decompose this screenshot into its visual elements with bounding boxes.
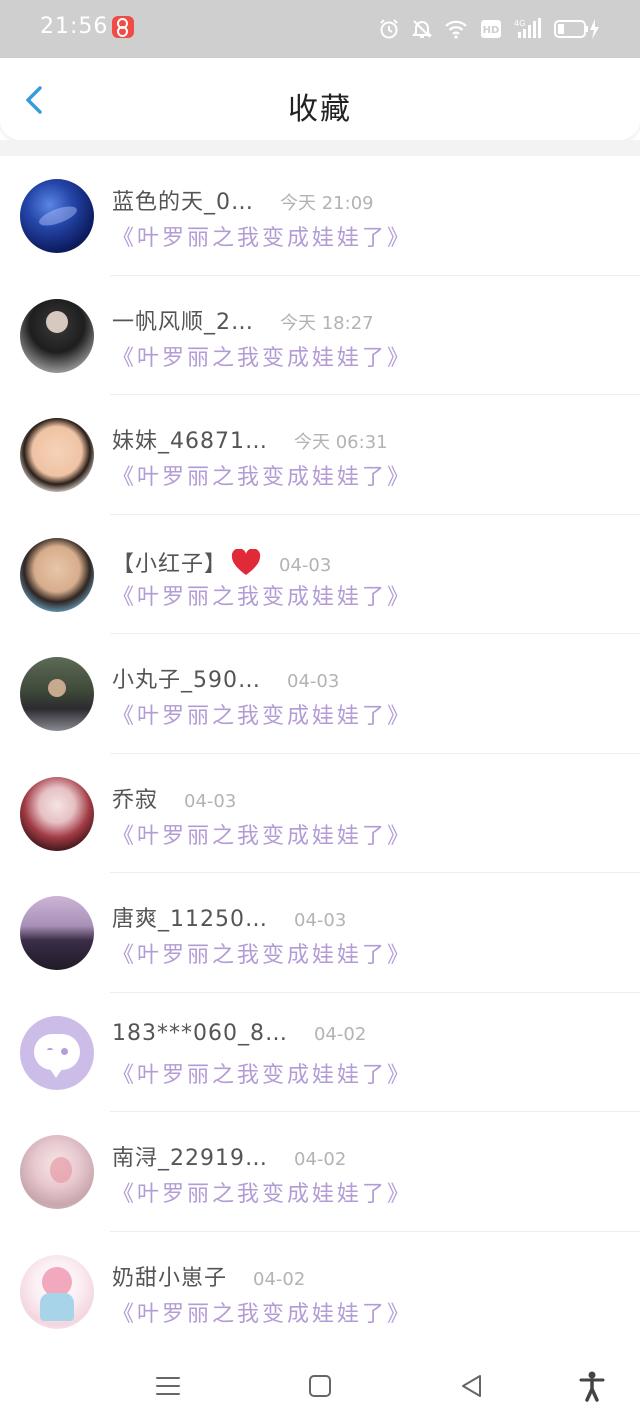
book-title[interactable]: 《叶罗丽之我变成娃娃了》 [112, 698, 412, 730]
list-item[interactable]: 唐爽_11250… 04-03 《叶罗丽之我变成娃娃了》 [0, 873, 640, 993]
home-button[interactable] [304, 1370, 336, 1402]
battery-charging-icon [554, 18, 600, 40]
mute-icon [412, 18, 432, 40]
svg-text:HD: HD [483, 25, 500, 36]
list-item[interactable]: 乔寂 04-03 《叶罗丽之我变成娃娃了》 [0, 754, 640, 873]
timestamp: 04-02 [253, 1268, 306, 1290]
name-row: 183***060_8… 04-02 [112, 1021, 366, 1046]
list-item[interactable]: 小丸子_590… 04-03 《叶罗丽之我变成娃娃了》 [0, 634, 640, 754]
status-time: 21:56 [40, 14, 109, 39]
book-title[interactable]: 《叶罗丽之我变成娃娃了》 [112, 459, 412, 491]
avatar[interactable] [20, 776, 94, 851]
name-row: 乔寂 04-03 [112, 782, 236, 814]
avatar[interactable] [20, 1135, 94, 1209]
book-title[interactable]: 《叶罗丽之我变成娃娃了》 [112, 1176, 412, 1208]
page-title: 收藏 [288, 92, 352, 127]
avatar[interactable] [20, 298, 94, 373]
user-name[interactable]: 南浔_22919… [112, 1140, 268, 1172]
avatar[interactable] [20, 418, 94, 492]
book-title[interactable]: 《叶罗丽之我变成娃娃了》 [112, 818, 412, 850]
user-name[interactable]: 蓝色的天_0… [112, 184, 254, 216]
accessibility-button[interactable] [576, 1370, 608, 1402]
book-title[interactable]: 《叶罗丽之我变成娃娃了》 [112, 220, 412, 252]
timestamp: 04-03 [279, 554, 332, 576]
menu-button[interactable] [152, 1370, 184, 1402]
back-triangle-icon [462, 1375, 481, 1397]
name-row: 奶甜小崽子 04-02 [112, 1260, 305, 1292]
name-row: 唐爽_11250… 04-03 [112, 901, 346, 933]
user-name[interactable]: 唐爽_11250… [112, 901, 268, 933]
user-name[interactable]: 妹妹_46871… [112, 423, 268, 455]
favorites-list: 蓝色的天_0… 今天 21:09 《叶罗丽之我变成娃娃了》 一帆风顺_2… 今天… [0, 156, 640, 1351]
header: 收藏 [0, 58, 640, 140]
list-item[interactable]: 南浔_22919… 04-02 《叶罗丽之我变成娃娃了》 [0, 1112, 640, 1232]
list-item[interactable]: 一帆风顺_2… 今天 18:27 《叶罗丽之我变成娃娃了》 [0, 276, 640, 395]
name-row: 小丸子_590… 04-03 [112, 662, 339, 694]
heart-icon [231, 547, 261, 577]
default-avatar-icon[interactable] [20, 1015, 94, 1090]
status-icons: HD 4G [378, 14, 600, 44]
timestamp: 04-03 [294, 910, 347, 931]
app-notification-icon [112, 16, 134, 38]
system-nav-bar [0, 1354, 640, 1422]
list-item[interactable]: 妹妹_46871… 今天 06:31 《叶罗丽之我变成娃娃了》 [0, 395, 640, 515]
list-item[interactable]: 【小红子】 04-03 《叶罗丽之我变成娃娃了》 [0, 515, 640, 634]
user-name[interactable]: 【小红子】 [112, 546, 227, 578]
list-item[interactable]: 奶甜小崽子 04-02 《叶罗丽之我变成娃娃了》 [0, 1232, 640, 1352]
status-bar: 21:56 HD 4G [0, 0, 640, 58]
timestamp: 今天 18:27 [280, 312, 374, 334]
list-item[interactable]: 蓝色的天_0… 今天 21:09 《叶罗丽之我变成娃娃了》 [0, 156, 640, 276]
wifi-icon [444, 19, 468, 39]
avatar[interactable] [20, 657, 94, 731]
book-title[interactable]: 《叶罗丽之我变成娃娃了》 [112, 340, 412, 372]
name-row: 南浔_22919… 04-02 [112, 1140, 346, 1172]
alarm-icon [378, 18, 400, 40]
user-name[interactable]: 小丸子_590… [112, 662, 261, 694]
timestamp: 今天 21:09 [280, 193, 374, 214]
home-icon [309, 1375, 331, 1397]
user-name[interactable]: 一帆风顺_2… [112, 304, 254, 336]
book-title[interactable]: 《叶罗丽之我变成娃娃了》 [112, 1057, 412, 1089]
avatar[interactable] [20, 896, 94, 970]
timestamp: 04-03 [184, 790, 237, 812]
accessibility-icon [579, 1371, 605, 1402]
book-title[interactable]: 《叶罗丽之我变成娃娃了》 [112, 1296, 412, 1328]
name-row: 妹妹_46871… 今天 06:31 [112, 423, 388, 455]
section-gap [0, 140, 640, 156]
avatar[interactable] [20, 179, 94, 253]
name-row: 一帆风顺_2… 今天 18:27 [112, 304, 374, 336]
svg-text:4G: 4G [514, 19, 525, 28]
name-row: 蓝色的天_0… 今天 21:09 [112, 184, 374, 216]
signal-4g-icon: 4G [514, 18, 542, 40]
timestamp: 04-02 [313, 1023, 367, 1045]
hd-icon: HD [480, 19, 502, 39]
user-name[interactable]: 乔寂 [112, 782, 158, 814]
timestamp: 今天 06:31 [294, 432, 388, 453]
book-title[interactable]: 《叶罗丽之我变成娃娃了》 [112, 579, 412, 611]
user-name[interactable]: 奶甜小崽子 [112, 1260, 227, 1292]
timestamp: 04-03 [287, 671, 340, 692]
avatar[interactable] [20, 537, 94, 612]
back-nav-button[interactable] [456, 1370, 488, 1402]
user-name[interactable]: 183***060_8… [112, 1021, 288, 1046]
name-row: 【小红子】 04-03 [112, 543, 331, 578]
list-item[interactable]: 183***060_8… 04-02 《叶罗丽之我变成娃娃了》 [0, 993, 640, 1112]
avatar[interactable] [20, 1254, 94, 1329]
menu-icon [156, 1377, 180, 1395]
timestamp: 04-02 [294, 1149, 347, 1170]
book-title[interactable]: 《叶罗丽之我变成娃娃了》 [112, 937, 412, 969]
